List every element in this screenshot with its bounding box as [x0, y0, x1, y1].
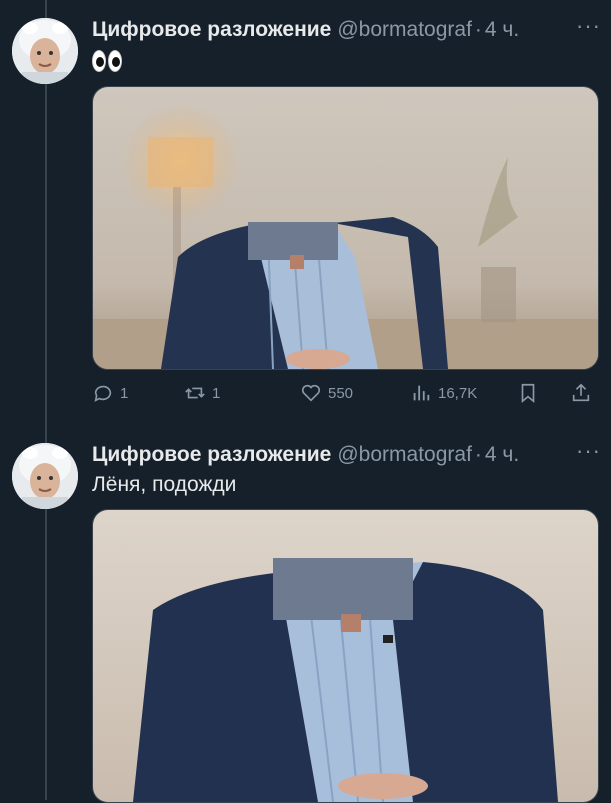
- tweet[interactable]: Цифровое разложение @bormatograf · 4 ч. …: [0, 0, 611, 425]
- author-name[interactable]: Цифровое разложение: [92, 18, 331, 42]
- separator: ·: [474, 18, 482, 41]
- retweet-button[interactable]: 1: [184, 382, 220, 404]
- bookmark-button[interactable]: [517, 382, 539, 404]
- views-button[interactable]: 16,7K: [410, 382, 477, 404]
- like-button[interactable]: 550: [300, 382, 353, 404]
- avatar[interactable]: [12, 18, 78, 84]
- timestamp[interactable]: 4 ч.: [485, 443, 519, 467]
- author-handle[interactable]: @bormatograf: [337, 18, 472, 42]
- tweet-header: Цифровое разложение @bormatograf · 4 ч. …: [92, 440, 601, 469]
- tweet-actions: 1 1 550 16,7K: [92, 382, 597, 408]
- retweet-icon: [185, 387, 205, 399]
- author-handle[interactable]: @bormatograf: [337, 443, 472, 467]
- eyes-emoji-icon: [92, 48, 122, 74]
- reply-count: 1: [120, 384, 129, 402]
- tweet-text: [92, 48, 122, 74]
- views-icon: [413, 385, 430, 401]
- share-icon: [572, 383, 590, 402]
- avatar[interactable]: [12, 443, 78, 509]
- more-options-icon[interactable]: ···: [576, 440, 601, 462]
- author-name[interactable]: Цифровое разложение: [92, 443, 331, 467]
- bookmark-icon: [521, 383, 535, 404]
- tweet-text: Лёня, подожди: [92, 473, 237, 496]
- heart-icon: [301, 384, 321, 402]
- share-button[interactable]: [570, 382, 592, 404]
- separator: ·: [474, 443, 482, 466]
- more-options-icon[interactable]: ···: [576, 15, 601, 37]
- tweet-header: Цифровое разложение @bormatograf · 4 ч. …: [92, 15, 601, 44]
- tweet-image[interactable]: [92, 86, 599, 370]
- tweet[interactable]: Цифровое разложение @bormatograf · 4 ч. …: [0, 425, 611, 803]
- views-count: 16,7K: [438, 384, 478, 402]
- tweet-image[interactable]: [92, 509, 599, 803]
- reply-button[interactable]: 1: [92, 382, 128, 404]
- reply-icon: [94, 385, 112, 402]
- timestamp[interactable]: 4 ч.: [485, 18, 519, 42]
- retweet-count: 1: [212, 384, 221, 402]
- like-count: 550: [328, 384, 354, 402]
